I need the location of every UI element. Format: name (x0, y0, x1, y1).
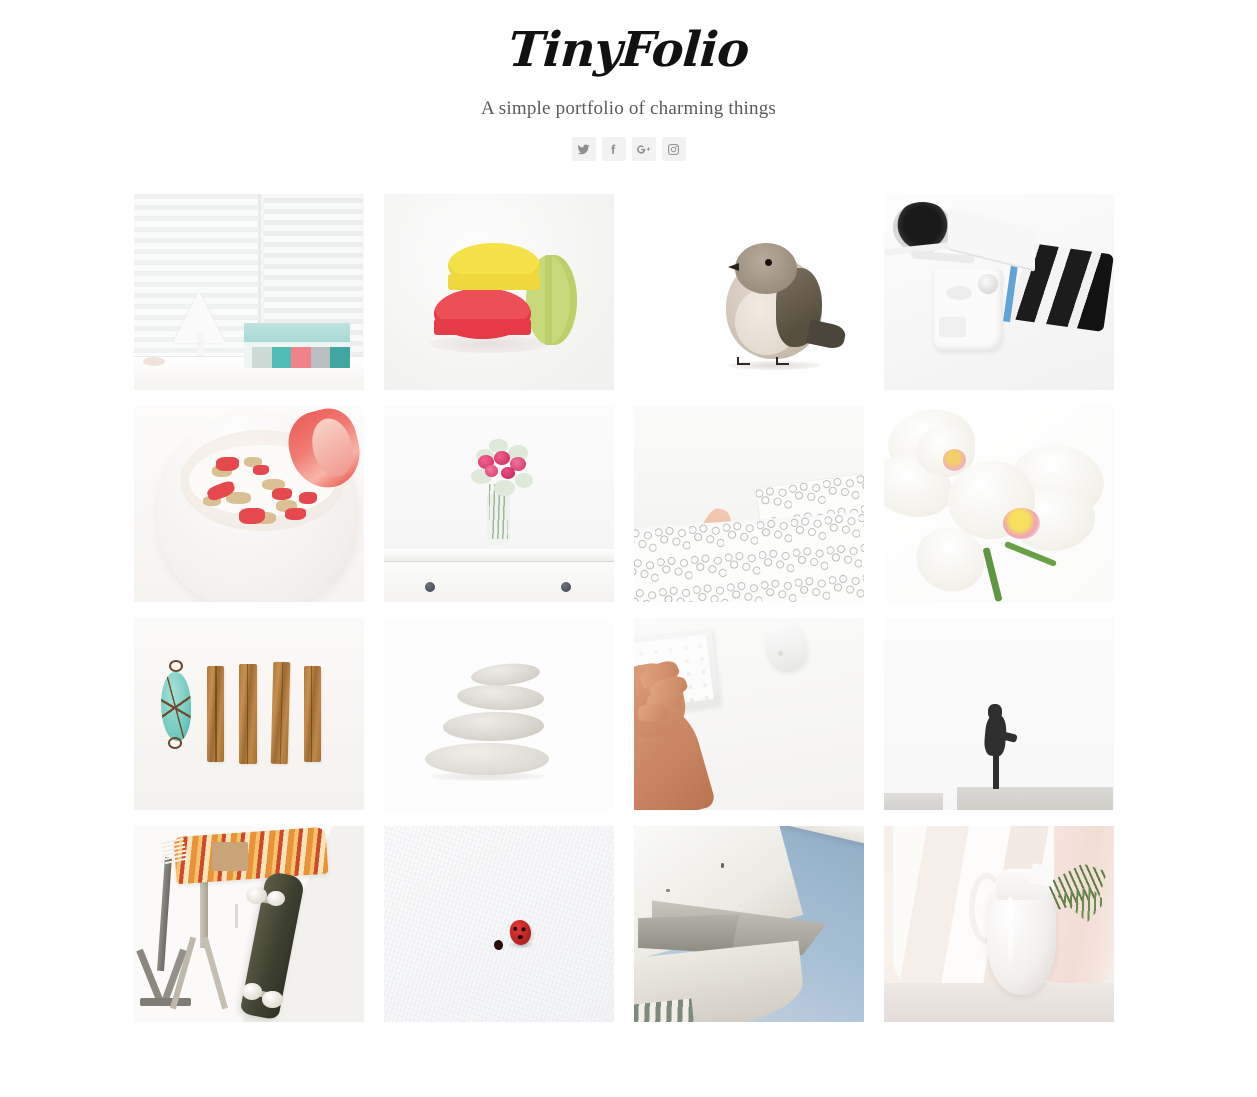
social-links (0, 137, 1257, 161)
gallery-item-6[interactable] (383, 406, 614, 602)
social-link-facebook[interactable] (601, 137, 626, 161)
social-link-googleplus[interactable] (631, 137, 656, 161)
gallery-item-5[interactable] (133, 406, 364, 602)
gallery-item-4[interactable] (883, 194, 1114, 390)
social-link-instagram[interactable] (661, 137, 686, 161)
photo-pitcher (883, 826, 1114, 1022)
photo-hand-keyboard (633, 618, 864, 810)
photo-orchid (883, 406, 1114, 602)
gallery-item-14[interactable] (383, 826, 614, 1022)
twitter-icon (577, 143, 590, 156)
photo-skateboard (133, 826, 364, 1022)
photo-flower-vase (383, 406, 614, 602)
photo-ladybug (383, 826, 614, 1022)
photo-silhouette-ledge (883, 618, 1114, 810)
facebook-icon (607, 143, 620, 156)
photo-camera (883, 194, 1114, 390)
gallery-item-12[interactable] (883, 618, 1114, 810)
site-tagline: A simple portfolio of charming things (480, 98, 776, 119)
gallery-item-8[interactable] (883, 406, 1114, 602)
page-root: TinyFolio A simple portfolio of charming… (0, 0, 1257, 1097)
google-plus-icon (636, 143, 651, 156)
gallery-item-11[interactable] (633, 618, 864, 810)
gallery-item-13[interactable] (133, 826, 364, 1022)
gallery-item-15[interactable] (633, 826, 864, 1022)
photo-yogurt-bowl (133, 406, 364, 602)
photo-bird (633, 194, 864, 390)
gallery-item-10[interactable] (383, 618, 614, 810)
gallery-item-9[interactable] (133, 618, 364, 810)
photo-lamp-window (133, 194, 364, 390)
gallery-item-1[interactable] (133, 194, 364, 390)
site-header: TinyFolio A simple portfolio of charming… (0, 0, 1257, 161)
gallery-item-2[interactable] (383, 194, 614, 390)
photo-zen-stones (383, 618, 614, 810)
photo-architecture (633, 826, 864, 1022)
site-title: TinyFolio (506, 22, 751, 78)
instagram-icon (667, 143, 680, 156)
photo-macarons (383, 194, 614, 390)
gallery-item-7[interactable] (633, 406, 864, 602)
gallery-item-16[interactable] (883, 826, 1114, 1022)
photo-cinnamon-pendant (133, 618, 364, 810)
photo-bed-arm (633, 406, 864, 602)
gallery-item-3[interactable] (633, 194, 864, 390)
social-link-twitter[interactable] (571, 137, 596, 161)
photo-gallery (133, 161, 1124, 1022)
